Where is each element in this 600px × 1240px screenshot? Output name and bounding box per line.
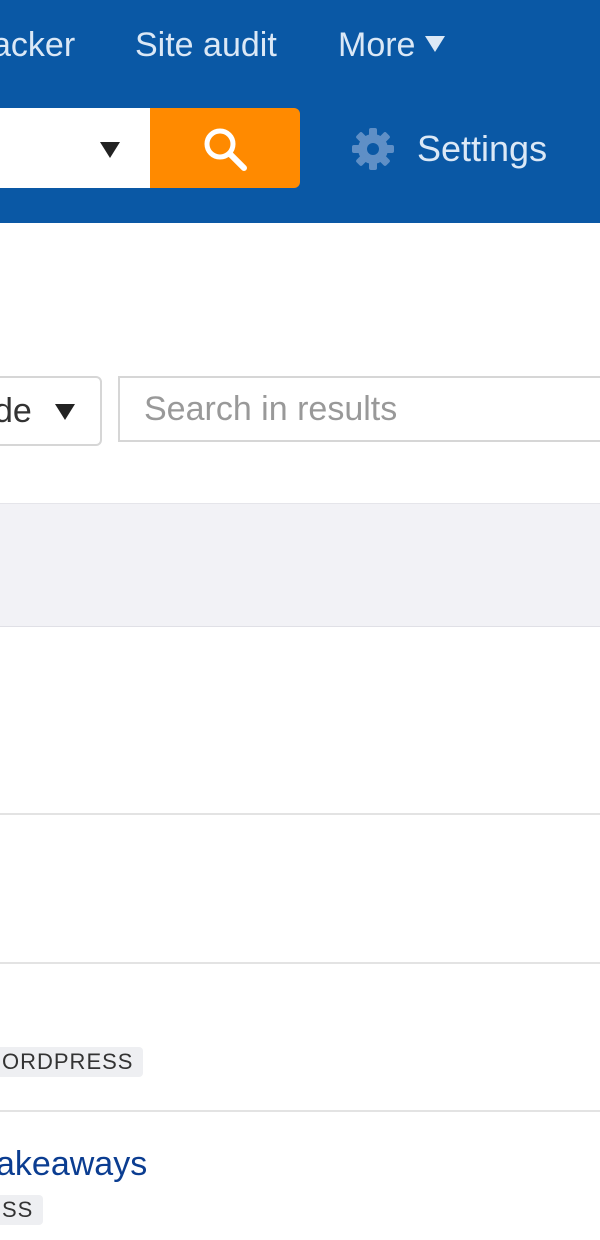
- search-in-results-input[interactable]: [118, 376, 600, 442]
- nav-more-label: More: [338, 26, 416, 64]
- row-divider: [0, 962, 600, 964]
- search-button[interactable]: [150, 108, 300, 188]
- nav-item-more[interactable]: More: [338, 22, 446, 68]
- search-icon: [204, 128, 247, 171]
- table-header: [0, 503, 600, 627]
- nav-item-site-audit[interactable]: Site audit: [135, 22, 277, 68]
- top-navigation-bar: acker Site audit More Settings: [0, 0, 600, 223]
- nav-item-rank-tracker[interactable]: acker: [0, 22, 75, 68]
- category-tag: ORDPRESS: [0, 1047, 144, 1077]
- row-divider: [0, 1110, 600, 1112]
- result-title-link[interactable]: akeaways: [0, 1142, 147, 1186]
- caret-down-icon: [425, 36, 446, 53]
- mode-dropdown-value: de: [0, 392, 32, 430]
- caret-down-icon: [55, 404, 75, 420]
- row-divider: [0, 813, 600, 815]
- caret-down-icon: [100, 142, 120, 158]
- settings-link[interactable]: Settings: [417, 126, 547, 172]
- search-mode-select[interactable]: [0, 108, 150, 188]
- gear-icon[interactable]: [350, 126, 396, 177]
- category-tag: SS: [0, 1195, 44, 1225]
